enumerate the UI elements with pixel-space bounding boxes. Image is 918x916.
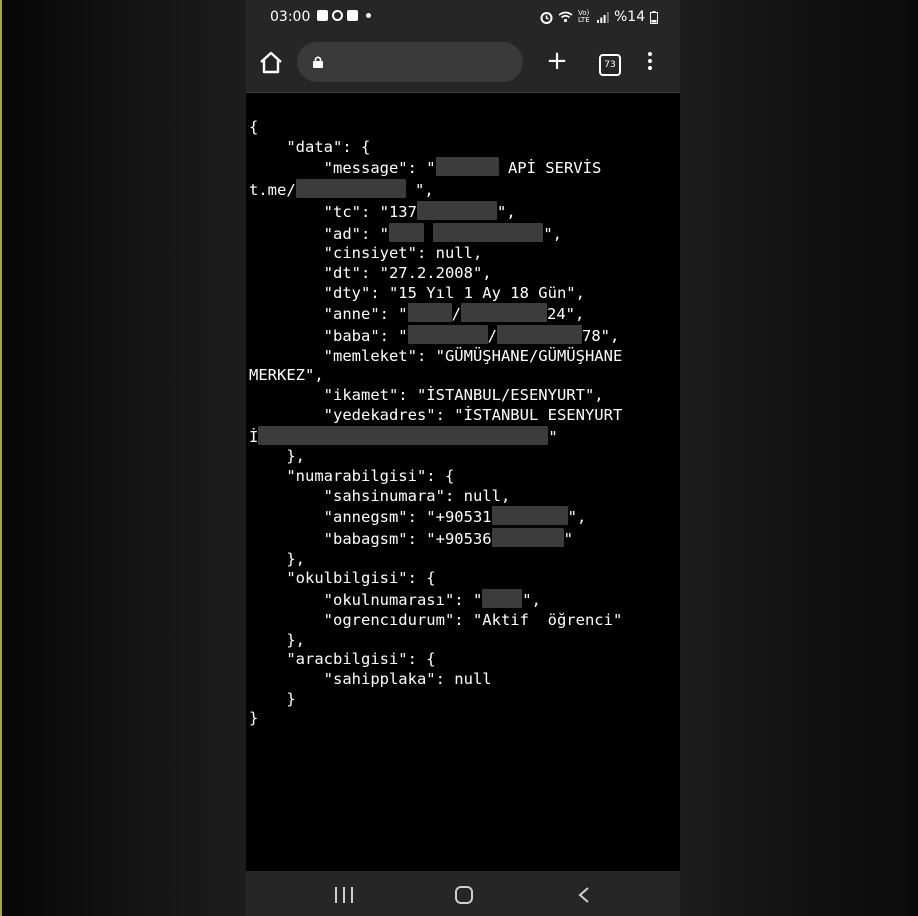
json-line-tail: ", [405,181,434,200]
signal-icon [597,11,609,23]
lock-icon [313,56,323,68]
redaction-box [258,425,549,445]
json-line: "ad": " [249,224,389,243]
json-line: "cinsiyet": null, [249,244,483,263]
json-line: "data": { [249,137,371,156]
json-line-part: / [487,327,497,346]
volte-label: Vo) LTE [578,9,590,24]
redaction-box [491,528,564,548]
json-line-tail: ", [522,591,541,610]
json-line: { [249,118,259,136]
recents-icon[interactable] [335,887,353,903]
json-line-tail: 24", [546,305,585,324]
redaction-box [407,325,488,345]
json-line: "sahipplaka": null [249,669,492,688]
redaction-box [433,222,544,242]
whatsapp-icon [332,10,343,21]
gallery-icon [317,10,328,21]
browser-toolbar: + 73 [246,34,680,93]
redaction-box [496,325,582,345]
redaction-box [416,200,497,220]
gmail-icon [347,10,358,21]
json-line: t.me/ [249,181,296,200]
more-menu-icon[interactable] [644,52,656,74]
tab-switcher-button[interactable]: 73 [599,54,621,76]
json-line: } [249,689,296,708]
notification-icons [317,10,371,21]
backdrop-right [680,0,918,916]
phone-screen: 03:00 Vo) LTE %14 + 73 { "data": { "mess… [246,0,680,916]
json-line: "ikamet": "İSTANBUL/ESENYURT", [249,386,604,405]
json-line: "dt": "27.2.2008", [249,263,492,282]
backdrop-left [0,0,246,916]
json-line: }, [249,630,305,649]
redaction-box [491,506,568,526]
status-bar: 03:00 Vo) LTE %14 [246,0,680,34]
json-line-tail: " [548,427,558,446]
redaction-box [407,303,452,323]
json-line: }, [249,549,305,568]
json-line: "annegsm": "+90531 [249,508,492,527]
json-line: MERKEZ", [249,366,324,385]
json-line: "message": " [249,159,436,178]
home-icon[interactable] [258,50,284,76]
json-line-tail: ", [496,202,516,221]
json-line: "sahsinumara": null, [249,486,511,505]
json-line-tail: 78", [581,327,620,346]
json-line: "yedekadres": "İSTANBUL ESENYURT [249,405,623,424]
json-line-part: / [451,305,461,324]
json-line: "okulbilgisi": { [249,569,436,588]
json-line: "ogrencıdurum": "Aktif öğrenci" [249,610,623,629]
json-line-tail: ", [567,508,587,527]
wifi-icon [558,11,573,23]
url-bar[interactable] [297,42,523,82]
json-line: "okulnumarası": " [249,591,483,610]
back-icon[interactable] [577,886,591,904]
json-line-tail: " [563,530,573,549]
json-response: { "data": { "message": " APİ SERVİS t.me… [249,118,622,729]
new-tab-button[interactable]: + [545,48,569,74]
json-line: "babagsm": "+90536 [249,530,492,549]
redaction-box [388,222,424,242]
json-line-tail: APİ SERVİS [498,159,602,178]
json-line-tail: ", [543,224,562,243]
battery-charging-icon [650,10,659,24]
redaction-box [482,589,523,609]
json-line: "tc": "137 [249,202,417,221]
json-line: }, [249,447,305,466]
page-content: { "data": { "message": " APİ SERVİS t.me… [246,93,680,871]
json-line: "anne": " [249,305,408,324]
more-notifications-icon [366,13,371,18]
json-line: "numarabilgisi": { [249,466,455,485]
battery-percent: %14 [614,9,646,25]
system-icons: Vo) LTE %14 [540,9,659,25]
alarm-icon [540,11,553,24]
status-time: 03:00 [270,9,311,25]
redaction-box [435,157,499,177]
redaction-box [295,179,406,199]
json-line: "aracbilgisi": { [249,650,436,669]
home-icon[interactable] [455,886,473,904]
redaction-box [460,303,547,323]
json-line: İ [249,427,259,446]
json-line: "dty": "15 Yıl 1 Ay 18 Gün", [249,283,585,302]
json-line: } [249,709,259,728]
system-nav-bar [246,871,680,916]
json-line: "memleket": "GÜMÜŞHANE/GÜMÜŞHANE [249,346,623,365]
json-line: "baba": " [249,327,408,346]
url-text [335,54,505,70]
